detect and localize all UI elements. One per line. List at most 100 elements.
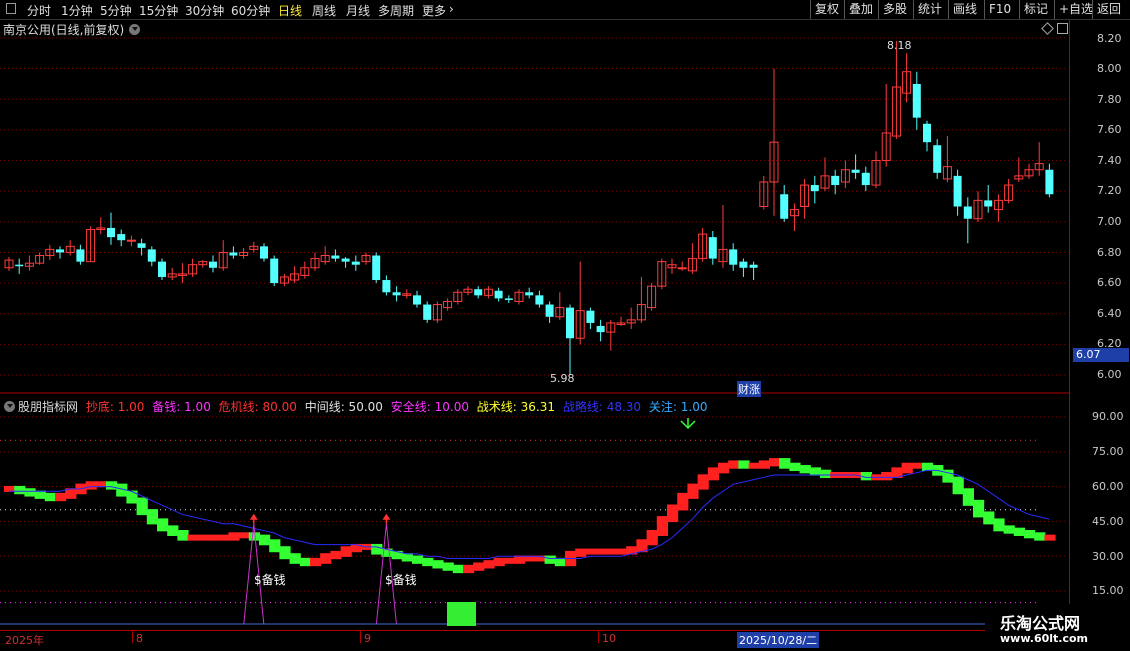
candle-body-down [147, 249, 156, 262]
tactic-segment [1034, 532, 1046, 541]
tactic-segment [269, 539, 281, 553]
legend-item-safe: 安全线: 10.00 [390, 400, 469, 414]
candle-body-down [566, 307, 574, 339]
candle-body-down [739, 261, 748, 268]
price-label: 8.20 [1097, 32, 1122, 45]
candle-body-down [331, 255, 340, 259]
candle-body-down [382, 280, 391, 293]
tactic-segment [820, 469, 832, 478]
tactic-segment [901, 462, 913, 474]
price-label: 6.40 [1097, 307, 1122, 320]
chart-canvas[interactable] [0, 0, 1070, 630]
indicator-axis-label: 60.00 [1092, 480, 1124, 493]
candle-body-down [209, 261, 217, 268]
tactic-segment [707, 467, 719, 481]
candle-body-down [963, 206, 972, 219]
indicator-axis-label: 90.00 [1092, 410, 1124, 423]
tactic-segment [616, 548, 628, 555]
tactic-segment [1044, 534, 1056, 541]
signal-label: $备钱 [385, 573, 417, 587]
tactic-segment [401, 553, 413, 562]
indicator-axis-label: 30.00 [1092, 550, 1124, 563]
tactic-segment [320, 553, 332, 564]
event-tag[interactable]: 财涨 [737, 381, 761, 397]
indicator-menu-icon[interactable] [4, 401, 15, 412]
price-label: 8.00 [1097, 62, 1122, 75]
tactic-segment [697, 474, 709, 490]
tactic-segment [197, 534, 209, 541]
tactic-segment [758, 460, 770, 469]
tactic-segment [575, 548, 587, 557]
candle-body-down [984, 200, 993, 207]
price-label: 6.80 [1097, 246, 1122, 259]
tactic-segment [738, 460, 750, 469]
candle-body-down [229, 252, 238, 256]
selected-date-label: 2025/10/28/二 [737, 632, 820, 648]
tactic-segment [24, 488, 36, 497]
tactic-segment [983, 511, 995, 525]
candle-body-down [76, 249, 85, 262]
tactic-segment [687, 483, 699, 499]
candle-body-down [596, 325, 605, 333]
tactic-segment [605, 548, 617, 555]
date-label: 9 [364, 632, 371, 645]
tactic-segment [514, 555, 526, 564]
legend-item-crisis: 危机线: 80.00 [218, 400, 297, 414]
tactic-segment [463, 564, 475, 574]
date-tick [598, 631, 599, 643]
tactic-segment [208, 534, 220, 541]
indicator-axis-label: 15.00 [1092, 584, 1124, 597]
candle-body-down [810, 185, 819, 192]
candle-body-up [126, 239, 136, 242]
tactic-segment [238, 532, 250, 539]
candle-body-down [535, 295, 544, 305]
tactic-segment [330, 550, 342, 560]
candle-body-down [117, 234, 126, 241]
tactic-segment [218, 534, 230, 541]
candle-body-down [107, 227, 115, 238]
tactic-segment [881, 472, 893, 481]
tactic-segment [259, 534, 271, 546]
candle-body-down [260, 246, 268, 259]
legend-item-chaodi: 抄底: 1.00 [85, 400, 145, 414]
low-price-label: 5.98 [550, 372, 575, 385]
date-label: 8 [136, 632, 143, 645]
signal-arrow-icon [382, 513, 391, 520]
tactic-segment [595, 548, 607, 555]
tactic-segment [146, 509, 158, 525]
candle-body-down [933, 145, 942, 173]
tactic-segment [157, 518, 169, 532]
indicator-name[interactable]: 股朋指标网 [18, 400, 78, 414]
candle-body-down [749, 264, 758, 268]
candle-body-down [953, 175, 962, 207]
tactic-segment [962, 488, 974, 506]
back-button[interactable]: 返回 [1092, 0, 1125, 19]
tactic-segment [473, 562, 485, 571]
tactic-segment [585, 548, 597, 555]
high-price-label: 8.18 [887, 39, 912, 52]
candle-body-down [912, 83, 921, 118]
price-label: 7.40 [1097, 154, 1122, 167]
signal-label: $备钱 [254, 573, 286, 587]
candle-body-down [729, 249, 738, 265]
legend-item-tactic: 战术线: 36.31 [476, 400, 556, 414]
candle-body-down [851, 169, 860, 173]
tactic-segment [55, 492, 67, 502]
tactic-segment [177, 530, 189, 541]
candle-body-down [923, 123, 931, 143]
candle-body-down [504, 298, 513, 300]
candle-body-down [15, 264, 24, 267]
tactic-segment [799, 465, 811, 474]
price-label: 7.60 [1097, 123, 1122, 136]
price-label: 7.20 [1097, 184, 1122, 197]
candle-body-down [423, 304, 432, 320]
tactic-segment [911, 462, 923, 469]
candle-body-down [158, 261, 166, 277]
tactic-segment [340, 546, 352, 557]
tactic-segment [677, 492, 689, 511]
strategy-line [9, 469, 1050, 560]
candle-body-down [392, 292, 401, 296]
tactic-segment [544, 555, 556, 564]
candle-body-down [474, 289, 483, 296]
tactic-segment [483, 560, 495, 569]
